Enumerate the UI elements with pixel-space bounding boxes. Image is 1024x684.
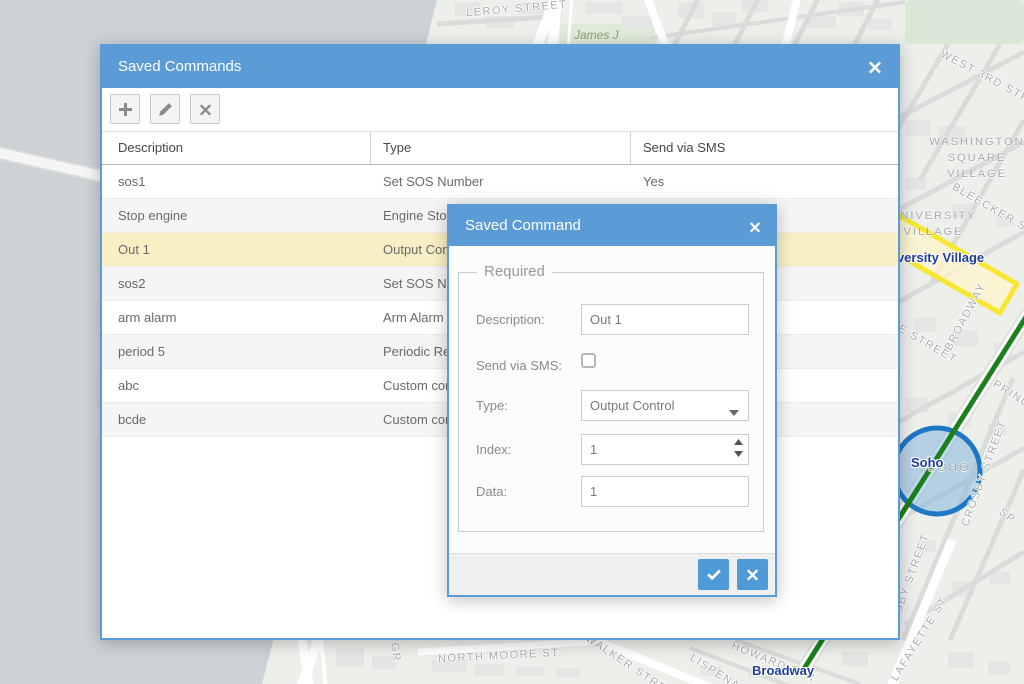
description-field[interactable] — [581, 304, 749, 335]
saved-command-dialog: Saved Command Required Description: Send… — [447, 204, 777, 597]
cell-description: sos1 — [118, 174, 145, 189]
edit-command-button[interactable] — [150, 94, 180, 124]
cell-sms: Yes — [643, 174, 664, 189]
type-label: Type: — [476, 398, 508, 413]
send-via-sms-checkbox[interactable] — [581, 353, 596, 368]
index-stepper[interactable] — [581, 434, 749, 465]
column-header-sms[interactable]: Send via SMS — [643, 140, 725, 155]
type-select-value: Output Control — [590, 398, 675, 413]
data-field[interactable] — [581, 476, 749, 507]
dialog-header: Saved Command — [449, 206, 775, 246]
cancel-button[interactable] — [737, 559, 768, 590]
cell-description: sos2 — [118, 276, 145, 291]
column-divider — [370, 132, 371, 164]
column-header-description[interactable]: Description — [118, 140, 183, 155]
table-header: Description Type Send via SMS — [102, 132, 898, 165]
dialog-footer — [449, 553, 775, 595]
cell-description: Out 1 — [118, 242, 150, 257]
confirm-button[interactable] — [698, 559, 729, 590]
delete-command-button[interactable] — [190, 94, 220, 124]
pencil-icon — [158, 102, 173, 117]
index-label: Index: — [476, 442, 511, 457]
close-icon[interactable] — [749, 220, 761, 232]
dialog-title: Saved Command — [449, 206, 775, 246]
toolbar — [102, 88, 898, 132]
cell-type: Engine Stop — [383, 208, 454, 223]
send-via-sms-label: Send via SMS: — [476, 358, 562, 373]
description-label: Description: — [476, 312, 545, 327]
cell-description: arm alarm — [118, 310, 177, 325]
stepper-down-icon[interactable] — [731, 451, 745, 461]
chevron-down-icon — [729, 404, 739, 419]
cell-description: period 5 — [118, 344, 165, 359]
cross-icon — [199, 103, 212, 116]
table-row[interactable]: sos1 Set SOS Number Yes — [102, 165, 898, 199]
type-select[interactable]: Output Control — [581, 390, 749, 421]
cell-description: Stop engine — [118, 208, 187, 223]
required-fieldset: Required Description: Send via SMS: Type… — [458, 272, 764, 532]
column-header-type[interactable]: Type — [383, 140, 411, 155]
column-divider — [630, 132, 631, 164]
cell-type: Set SOS Number — [383, 174, 483, 189]
cross-icon — [746, 568, 759, 581]
cell-description: abc — [118, 378, 139, 393]
add-command-button[interactable] — [110, 94, 140, 124]
cell-description: bcde — [118, 412, 146, 427]
data-label: Data: — [476, 484, 507, 499]
dialog-header: Saved Commands — [102, 46, 898, 88]
fieldset-legend: Required — [477, 263, 552, 280]
plus-icon — [118, 102, 133, 117]
dialog-title: Saved Commands — [102, 46, 898, 88]
close-icon[interactable] — [868, 60, 882, 74]
stepper-up-icon[interactable] — [731, 439, 745, 449]
cell-type: Arm Alarm — [383, 310, 444, 325]
check-icon — [706, 567, 722, 583]
